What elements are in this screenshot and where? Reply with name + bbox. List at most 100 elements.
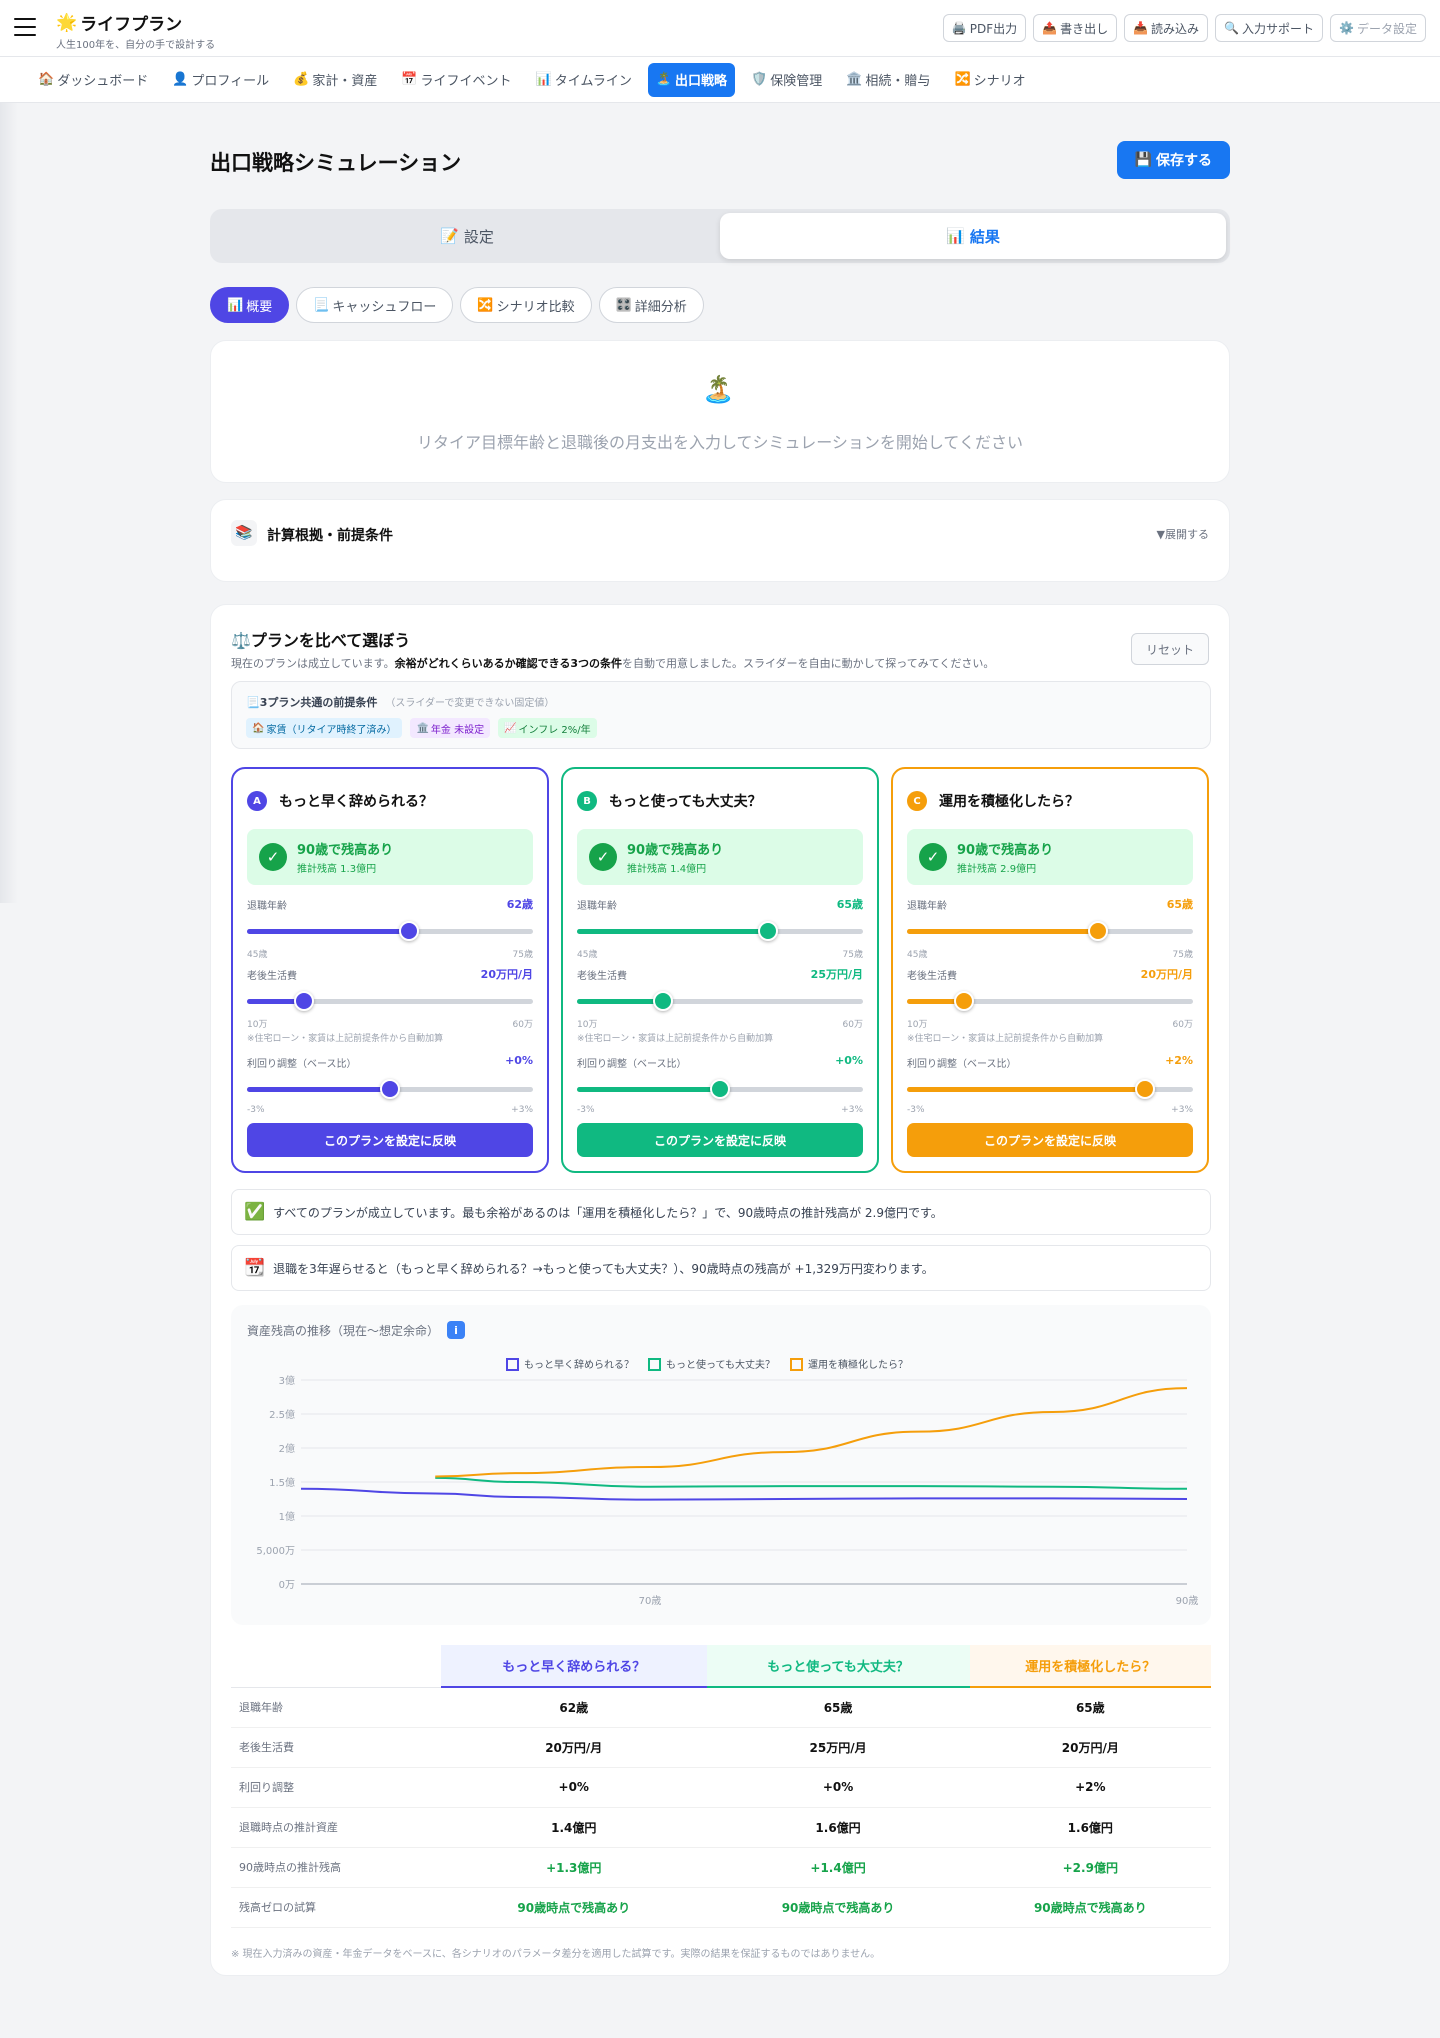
money-bag-icon: 💰 bbox=[293, 72, 310, 87]
table-cell: 90歳時点で残高あり bbox=[441, 1887, 707, 1928]
legend-label[interactable]: もっと使っても大丈夫？ bbox=[666, 1358, 775, 1371]
main-nav: 🏠 ダッシュボード 👤 プロフィール 💰 家計・資産 📅 ライフイベント 📊 タイムライン… bbox=[0, 57, 1440, 103]
nav-scenario[interactable]: 🔀 シナリオ bbox=[946, 63, 1033, 97]
import-button[interactable]: 📥 読み込み bbox=[1124, 14, 1209, 42]
return-adjust-slider[interactable] bbox=[247, 1079, 533, 1099]
return-adjust-slider[interactable] bbox=[577, 1079, 863, 1099]
slider-thumb[interactable] bbox=[294, 991, 315, 1011]
tab-settings[interactable]: 📝 設定 bbox=[214, 213, 720, 259]
return-adjust-label: 利回り調整（ベース比） bbox=[247, 1059, 357, 1070]
export-button[interactable]: 📤 書き出し bbox=[1033, 14, 1118, 42]
x-tick-label: 70歳 bbox=[639, 1595, 662, 1607]
living-cost-slider[interactable] bbox=[907, 991, 1193, 1011]
living-cost-max: 60万 bbox=[512, 1020, 533, 1030]
table-cell: 90歳時点で残高あり bbox=[706, 1887, 970, 1928]
nav-profile[interactable]: 👤 プロフィール bbox=[164, 63, 277, 97]
status-text: 90歳で残高あり bbox=[627, 843, 724, 858]
toolbar: 🖨️ PDF出力 📤 書き出し 📥 読み込み 🔍 入力サポート ⚙️ データ設定 bbox=[942, 14, 1426, 42]
plan-card-c: C 運用を積極化したら？ ✓ 90歳で残高あり 推計残高 2.9億円 退職年齢 65歳 45歳… bbox=[891, 767, 1209, 1173]
row-label: 利回り調整 bbox=[231, 1767, 441, 1808]
chip-icon: 📈 bbox=[504, 722, 517, 734]
retire-age-value: 65歳 bbox=[1166, 898, 1193, 911]
retire-age-max: 75歳 bbox=[1172, 950, 1193, 960]
assumptions-title: 計算根拠・前提条件 bbox=[267, 528, 393, 544]
living-cost-value: 25万円/月 bbox=[810, 968, 863, 981]
data-settings-button[interactable]: ⚙️ データ設定 bbox=[1330, 14, 1426, 42]
menu-icon[interactable] bbox=[14, 18, 36, 36]
chip-label: 家賃（リタイア時終了済み） bbox=[266, 724, 397, 736]
line-chart-svg: 0万 5,000万 1億 1.5億 2億 2.5億 3億 70歳 90歳 もっと早く辞められる？ も… bbox=[256, 1358, 1198, 1607]
plan-badge: C bbox=[907, 791, 927, 811]
row-label: 老後生活費 bbox=[231, 1727, 441, 1768]
table-cell: 62歳 bbox=[441, 1687, 707, 1728]
pdf-export-button[interactable]: 🖨️ PDF出力 bbox=[942, 14, 1027, 42]
nav-household-assets[interactable]: 💰 家計・資産 bbox=[285, 63, 385, 97]
living-cost-min: 10万 bbox=[907, 1020, 928, 1030]
living-cost-slider[interactable] bbox=[247, 991, 533, 1011]
island-icon: 🏝️ bbox=[655, 72, 673, 87]
slider-thumb[interactable] bbox=[757, 921, 778, 941]
nav-life-events[interactable]: 📅 ライフイベント bbox=[393, 63, 519, 97]
slider-thumb[interactable] bbox=[710, 1079, 730, 1099]
status-text: 90歳で残高あり bbox=[297, 843, 394, 858]
input-support-button[interactable]: 🔍 入力サポート bbox=[1215, 14, 1324, 42]
slider-thumb[interactable] bbox=[652, 991, 673, 1011]
slider-thumb[interactable] bbox=[954, 991, 975, 1011]
nav-inheritance[interactable]: 🏛️ 相続・贈与 bbox=[838, 63, 938, 97]
return-adjust-label: 利回り調整（ベース比） bbox=[577, 1059, 687, 1070]
y-tick-label: 0万 bbox=[279, 1580, 295, 1591]
save-button[interactable]: 💾 保存する bbox=[1116, 141, 1230, 179]
check-icon: ✓ bbox=[589, 843, 617, 871]
slider-thumb[interactable] bbox=[1135, 1079, 1156, 1099]
table-cell: 1.6億円 bbox=[706, 1807, 970, 1848]
series-line bbox=[435, 1476, 1188, 1490]
check-mark-icon: ✅ bbox=[244, 1202, 266, 1222]
app-subtitle: 人生100年を、自分の手で設計する bbox=[56, 40, 216, 51]
table-row: 利回り調整 +0% +0% +2% bbox=[231, 1767, 1211, 1808]
apply-plan-button[interactable]: このプランを設定に反映 bbox=[247, 1123, 533, 1157]
retire-age-slider[interactable] bbox=[577, 921, 863, 941]
slider-fill bbox=[577, 1087, 720, 1092]
apply-plan-button[interactable]: このプランを設定に反映 bbox=[577, 1123, 863, 1157]
mode-switch: 📝 設定 📊 結果 bbox=[210, 209, 1230, 263]
table-row: 退職年齢 62歳 65歳 65歳 bbox=[231, 1687, 1211, 1728]
slider-fill bbox=[247, 929, 410, 934]
legend-label[interactable]: もっと早く辞められる？ bbox=[524, 1358, 634, 1371]
plan-status: ✓ 90歳で残高あり 推計残高 1.4億円 bbox=[577, 829, 863, 885]
result-subtabs: 📊 概要 📃 キャッシュフロー 🔀 シナリオ比較 🎛️ 詳細分析 bbox=[210, 287, 704, 323]
nav-dashboard[interactable]: 🏠 ダッシュボード bbox=[30, 63, 156, 97]
living-cost-slider[interactable] bbox=[577, 991, 863, 1011]
subtab-scenario-compare[interactable]: 🔀 シナリオ比較 bbox=[460, 287, 592, 323]
slider-thumb[interactable] bbox=[399, 921, 420, 941]
retire-age-slider[interactable] bbox=[247, 921, 533, 941]
nav-timeline[interactable]: 📊 タイムライン bbox=[528, 63, 640, 97]
chip-icon: 🏛️ bbox=[416, 722, 429, 734]
empty-state-card: 🏝️ リタイア目標年齢と退職後の月支出を入力してシミュレーションを開始してくださ… bbox=[210, 340, 1230, 483]
retire-age-min: 45歳 bbox=[577, 950, 598, 960]
chip-label: インフレ 2%/年 bbox=[518, 724, 591, 736]
tab-results[interactable]: 📊 結果 bbox=[720, 213, 1226, 259]
chart-icon: 📊 bbox=[946, 227, 965, 245]
row-label: 退職年齢 bbox=[231, 1687, 441, 1728]
table-cell: 90歳時点で残高あり bbox=[969, 1887, 1211, 1928]
reset-button[interactable]: リセット bbox=[1130, 633, 1209, 665]
expand-toggle[interactable]: ▼展開する bbox=[1157, 526, 1209, 542]
slider-thumb[interactable] bbox=[380, 1079, 400, 1099]
plan-column-header: もっと早く辞められる？ bbox=[441, 1645, 707, 1688]
slider-thumb[interactable] bbox=[1087, 921, 1108, 941]
retire-age-slider[interactable] bbox=[907, 921, 1193, 941]
apply-plan-button[interactable]: このプランを設定に反映 bbox=[907, 1123, 1193, 1157]
assumptions-accordion[interactable]: 📚 計算根拠・前提条件 ▼展開する bbox=[210, 499, 1230, 582]
subtab-detailed-analysis[interactable]: 🎛️ 詳細分析 bbox=[598, 287, 704, 323]
legend-label[interactable]: 運用を積極化したら？ bbox=[808, 1358, 908, 1371]
y-tick-label: 5,000万 bbox=[256, 1546, 295, 1557]
return-adjust-slider[interactable] bbox=[907, 1079, 1193, 1099]
subtab-overview[interactable]: 📊 概要 bbox=[210, 287, 290, 323]
nav-insurance[interactable]: 🛡️ 保険管理 bbox=[743, 63, 830, 97]
memo-icon: 📝 bbox=[440, 227, 459, 245]
subtab-cashflow[interactable]: 📃 キャッシュフロー bbox=[296, 287, 454, 323]
premise-chip: 🏠 家賃（リタイア時終了済み） bbox=[246, 718, 403, 738]
check-icon: ✓ bbox=[919, 843, 947, 871]
nav-exit-strategy[interactable]: 🏝️ 出口戦略 bbox=[647, 62, 736, 97]
plan-name: もっと早く辞められる？ bbox=[279, 794, 433, 810]
